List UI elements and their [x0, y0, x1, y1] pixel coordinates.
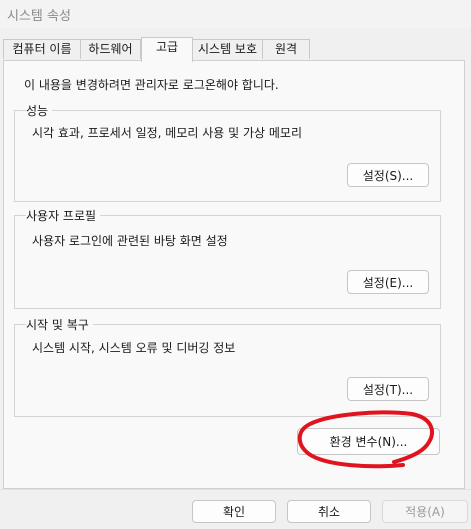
tab-computer-name[interactable]: 컴퓨터 이름 [3, 39, 81, 59]
startup-recovery-description: 시스템 시작, 시스템 오류 및 디버깅 정보 [32, 341, 236, 355]
user-profiles-group-label: 사용자 프로필 [26, 207, 101, 224]
performance-group-label: 성능 [26, 102, 53, 119]
startup-recovery-group [14, 324, 441, 417]
user-profiles-description: 사용자 로그인에 관련된 바탕 화면 설정 [32, 234, 228, 248]
apply-button[interactable]: 적용(A) [382, 500, 468, 523]
performance-settings-button[interactable]: 설정(S)... [347, 163, 429, 187]
tab-system-protection[interactable]: 시스템 보호 [192, 39, 263, 59]
performance-description: 시각 효과, 프로세서 일정, 메모리 사용 및 가상 메모리 [32, 126, 302, 140]
cancel-button[interactable]: 취소 [287, 500, 371, 523]
footer-separator [0, 489, 471, 490]
startup-recovery-settings-button[interactable]: 설정(T)... [347, 377, 429, 401]
title-bar: 시스템 속성 [0, 0, 471, 28]
user-profiles-settings-button[interactable]: 설정(E)... [347, 270, 429, 294]
startup-recovery-group-label: 시작 및 복구 [26, 316, 93, 333]
tab-strip: 컴퓨터 이름 하드웨어 고급 시스템 보호 원격 [0, 37, 471, 62]
window-title: 시스템 속성 [7, 9, 71, 24]
tab-remote[interactable]: 원격 [262, 39, 310, 59]
admin-notice: 이 내용을 변경하려면 관리자로 로그온해야 합니다. [24, 78, 279, 92]
tab-hardware[interactable]: 하드웨어 [80, 39, 141, 59]
environment-variables-button[interactable]: 환경 변수(N)... [297, 428, 440, 455]
ok-button[interactable]: 확인 [192, 500, 276, 523]
tab-advanced[interactable]: 고급 [141, 37, 193, 62]
user-profiles-group [14, 215, 441, 309]
